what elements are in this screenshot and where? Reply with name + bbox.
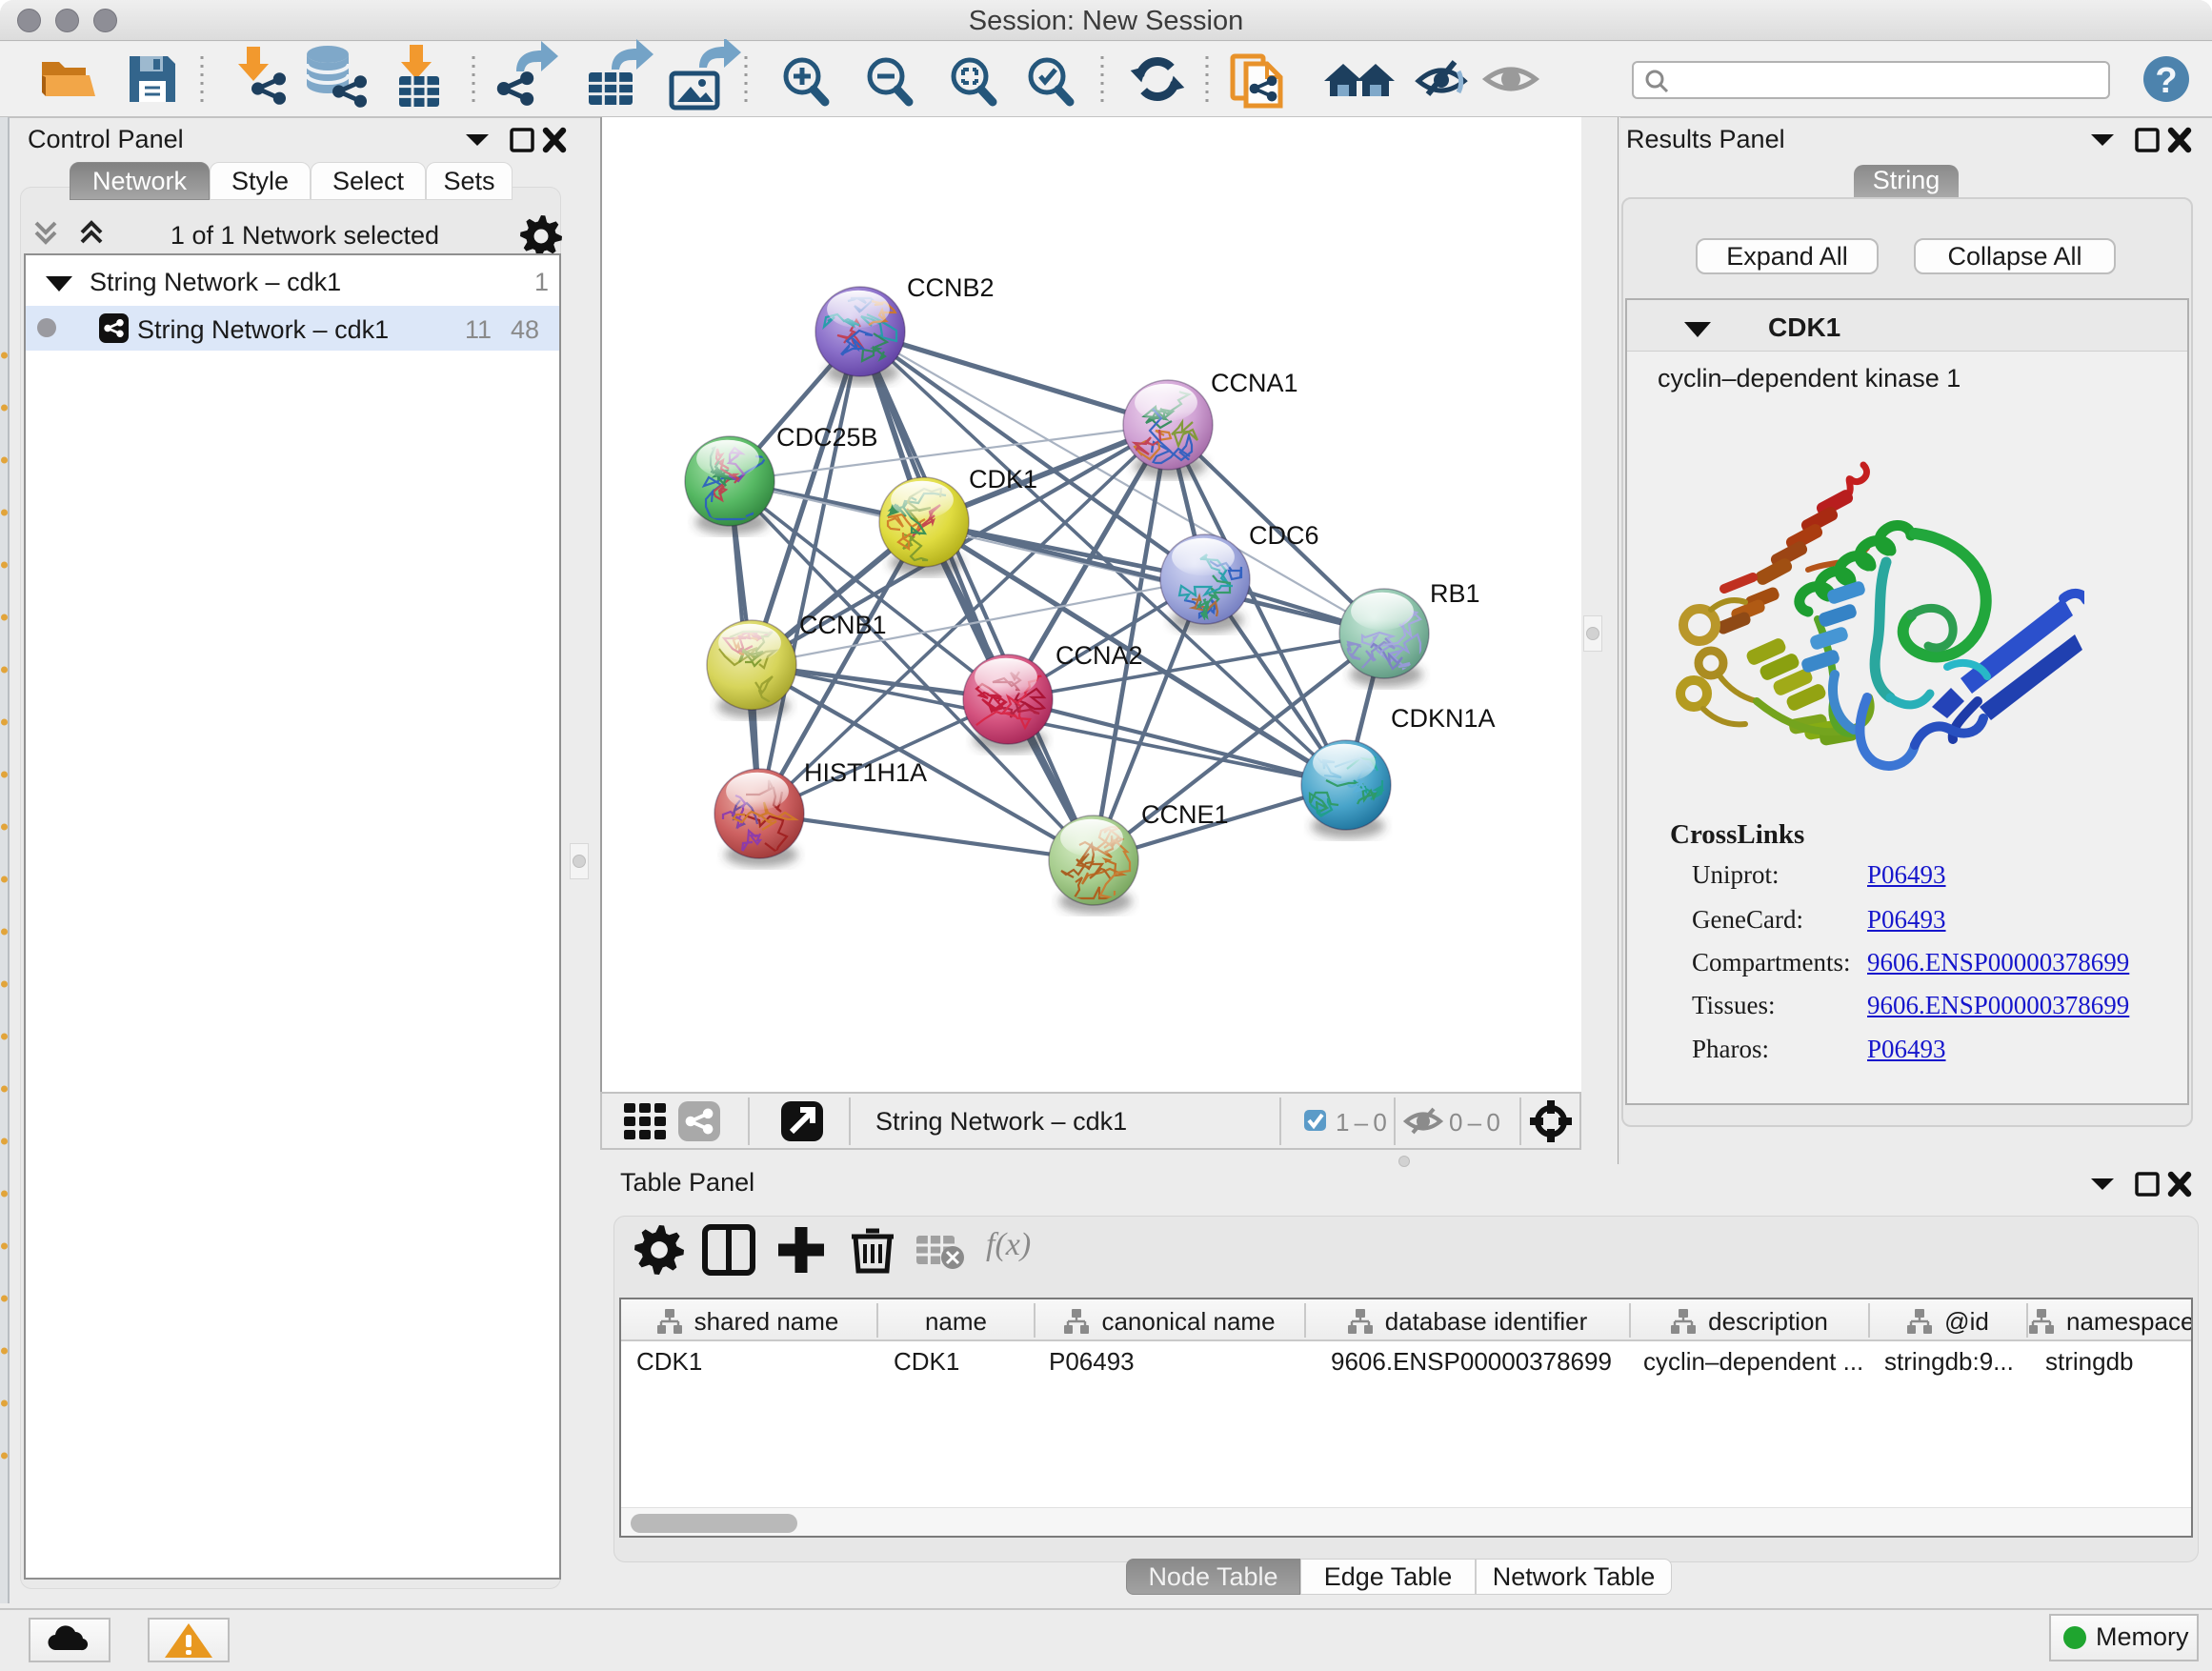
svg-text:?: ? bbox=[2155, 61, 2177, 101]
svg-text:CCNA1: CCNA1 bbox=[1211, 369, 1298, 397]
svg-text:CDC25B: CDC25B bbox=[776, 423, 878, 452]
svg-text:CDC6: CDC6 bbox=[1249, 521, 1319, 550]
svg-text:CCNE1: CCNE1 bbox=[1141, 800, 1229, 829]
svg-text:RB1: RB1 bbox=[1430, 579, 1480, 608]
svg-text:CCNB1: CCNB1 bbox=[799, 611, 887, 639]
svg-text:HIST1H1A: HIST1H1A bbox=[804, 758, 927, 787]
svg-text:CDKN1A: CDKN1A bbox=[1391, 704, 1496, 733]
svg-text:CCNA2: CCNA2 bbox=[1056, 641, 1143, 670]
svg-text:CDK1: CDK1 bbox=[969, 465, 1037, 493]
svg-text:CCNB2: CCNB2 bbox=[907, 273, 995, 302]
